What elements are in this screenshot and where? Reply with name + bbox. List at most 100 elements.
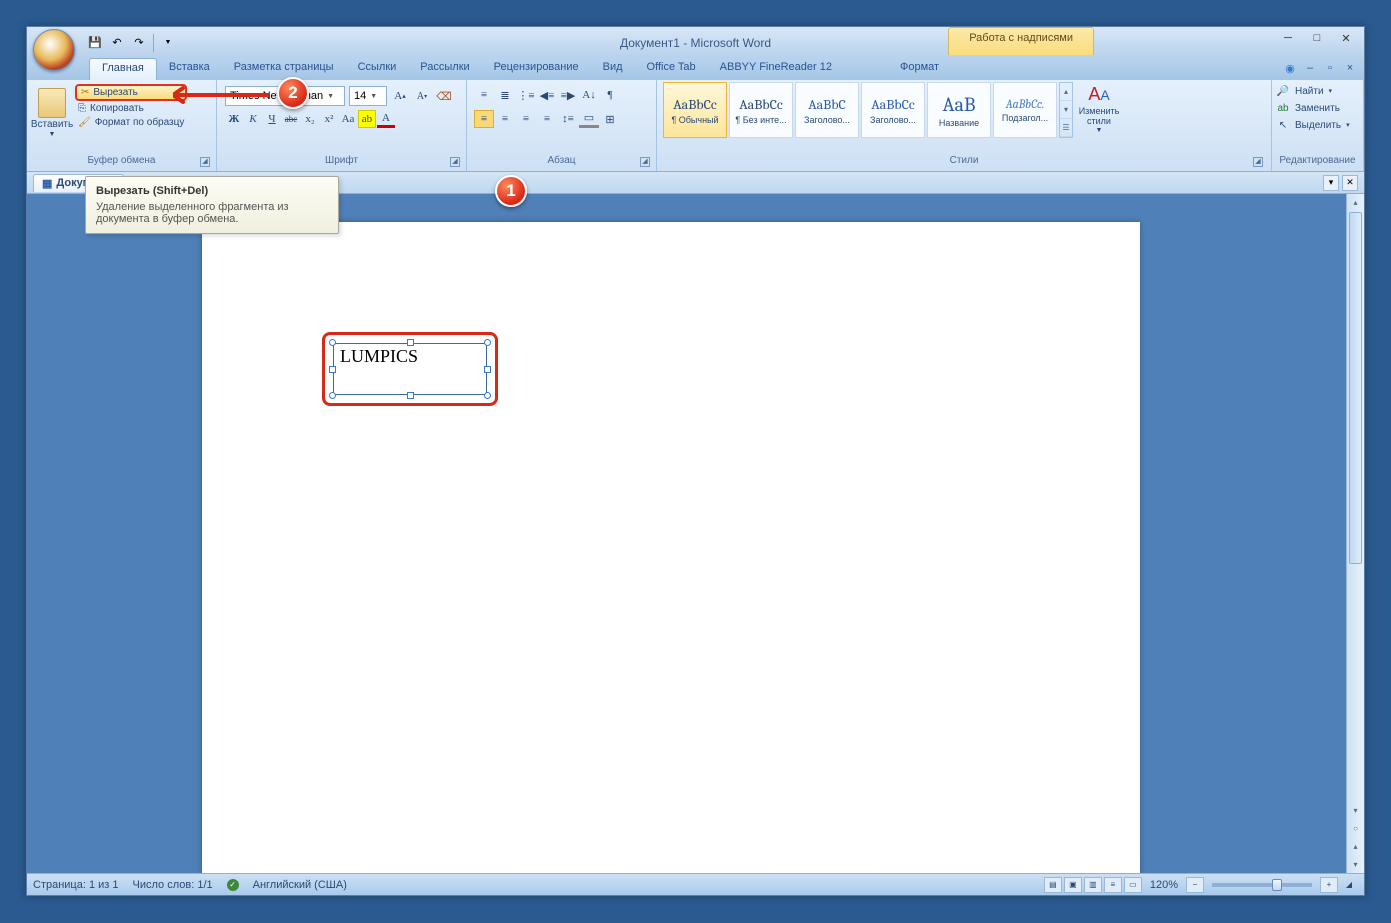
outdent-icon[interactable]: ◀≡ — [537, 86, 557, 104]
line-spacing-icon[interactable]: ↕≡ — [558, 110, 578, 128]
strike-button[interactable]: abc — [282, 110, 300, 128]
font-size-combo[interactable]: 14▼ — [349, 86, 387, 106]
status-language[interactable]: Английский (США) — [253, 879, 347, 891]
zoom-slider[interactable] — [1212, 883, 1312, 887]
resize-handle-nw[interactable] — [329, 339, 336, 346]
cut-button[interactable]: ✂ Вырезать — [75, 84, 187, 101]
close-button[interactable]: ✕ — [1332, 29, 1360, 47]
align-right-icon[interactable]: ≡ — [516, 110, 536, 128]
style-title[interactable]: AaBНазвание — [927, 82, 991, 138]
view-web-icon[interactable]: ▥ — [1084, 877, 1102, 893]
style-subtitle[interactable]: AaBbCc.Подзагол... — [993, 82, 1057, 138]
view-outline-icon[interactable]: ≡ — [1104, 877, 1122, 893]
tab-page-layout[interactable]: Разметка страницы — [222, 58, 346, 80]
zoom-slider-thumb[interactable] — [1272, 879, 1282, 891]
italic-button[interactable]: К — [244, 110, 262, 128]
style-normal[interactable]: AaBbCc¶ Обычный — [663, 82, 727, 138]
indent-icon[interactable]: ≡▶ — [558, 86, 578, 104]
vertical-scrollbar[interactable]: ▴ ▾ ○ ▴ ▾ — [1346, 194, 1364, 873]
multilevel-icon[interactable]: ⋮≡ — [516, 86, 536, 104]
tab-dropdown-icon[interactable]: ▾ — [1323, 175, 1339, 191]
find-button[interactable]: 🔎Найти ▾ — [1276, 84, 1350, 98]
proofing-icon[interactable]: ✓ — [227, 879, 239, 891]
font-dialog-launcher[interactable]: ◢ — [450, 157, 460, 167]
format-painter-button[interactable]: 🖌 Формат по образцу — [75, 116, 187, 129]
zoom-out-icon[interactable]: − — [1186, 877, 1204, 893]
scroll-thumb[interactable] — [1349, 212, 1362, 564]
text-box-content[interactable]: LUMPICS — [340, 346, 418, 367]
qat-customize-icon[interactable]: ▼ — [158, 33, 178, 53]
minimize-button[interactable]: ─ — [1274, 29, 1302, 47]
align-left-icon[interactable]: ≡ — [474, 110, 494, 128]
save-icon[interactable]: 💾 — [85, 33, 105, 53]
document-page[interactable] — [202, 222, 1140, 873]
underline-button[interactable]: Ч — [263, 110, 281, 128]
inner-close-icon[interactable]: × — [1342, 60, 1358, 76]
clipboard-dialog-launcher[interactable]: ◢ — [200, 157, 210, 167]
shrink-font-icon[interactable]: A▾ — [413, 87, 431, 105]
zoom-value[interactable]: 120% — [1150, 879, 1178, 891]
styles-scroll[interactable]: ▴▾☰ — [1059, 82, 1073, 138]
style-no-spacing[interactable]: AaBbCc¶ Без инте... — [729, 82, 793, 138]
replace-button[interactable]: abЗаменить — [1276, 101, 1350, 115]
tab-mailings[interactable]: Рассылки — [408, 58, 481, 80]
tab-view[interactable]: Вид — [591, 58, 635, 80]
numbering-icon[interactable]: ≣ — [495, 86, 515, 104]
tab-close-icon[interactable]: ✕ — [1342, 175, 1358, 191]
style-heading2[interactable]: AaBbCcЗаголово... — [861, 82, 925, 138]
inner-minimize-icon[interactable]: ‒ — [1302, 60, 1318, 76]
highlight-button[interactable]: ab — [358, 110, 376, 128]
resize-handle-w[interactable] — [329, 366, 336, 373]
sort-icon[interactable]: A↓ — [579, 86, 599, 104]
resize-handle-sw[interactable] — [329, 392, 336, 399]
font-color-button[interactable]: A — [377, 110, 395, 128]
tab-office-tab[interactable]: Office Tab — [635, 58, 708, 80]
tab-format[interactable]: Формат — [888, 58, 951, 80]
tab-references[interactable]: Ссылки — [346, 58, 409, 80]
tab-insert[interactable]: Вставка — [157, 58, 222, 80]
tab-review[interactable]: Рецензирование — [482, 58, 591, 80]
subscript-button[interactable]: x₂ — [301, 110, 319, 128]
clear-format-icon[interactable]: ⌫ — [435, 87, 453, 105]
scroll-up-icon[interactable]: ▴ — [1347, 194, 1364, 211]
change-styles-button[interactable]: AA Изменить стили ▼ — [1075, 82, 1123, 144]
styles-dialog-launcher[interactable]: ◢ — [1253, 157, 1263, 167]
bullets-icon[interactable]: ≡ — [474, 86, 494, 104]
status-page[interactable]: Страница: 1 из 1 — [33, 879, 119, 891]
selected-text-box[interactable]: LUMPICS — [322, 332, 498, 406]
resize-handle-n[interactable] — [407, 339, 414, 346]
browse-object-icon[interactable]: ○ — [1347, 820, 1364, 837]
redo-icon[interactable]: ↷ — [129, 33, 149, 53]
view-full-screen-icon[interactable]: ▣ — [1064, 877, 1082, 893]
borders-icon[interactable]: ⊞ — [600, 110, 620, 128]
resize-handle-se[interactable] — [484, 392, 491, 399]
resize-handle-s[interactable] — [407, 392, 414, 399]
tab-home[interactable]: Главная — [89, 58, 157, 80]
view-draft-icon[interactable]: ▭ — [1124, 877, 1142, 893]
zoom-in-icon[interactable]: + — [1320, 877, 1338, 893]
paragraph-dialog-launcher[interactable]: ◢ — [640, 157, 650, 167]
help-icon[interactable]: ◉ — [1282, 60, 1298, 76]
paste-button[interactable]: Вставить ▼ — [31, 82, 73, 144]
office-button[interactable] — [33, 29, 75, 71]
show-marks-icon[interactable]: ¶ — [600, 86, 620, 104]
shading-icon[interactable]: ▭ — [579, 110, 599, 128]
superscript-button[interactable]: x² — [320, 110, 338, 128]
next-page-icon[interactable]: ▾ — [1347, 856, 1364, 873]
inner-restore-icon[interactable]: ▫ — [1322, 60, 1338, 76]
status-word-count[interactable]: Число слов: 1/1 — [133, 879, 213, 891]
maximize-button[interactable]: □ — [1303, 29, 1331, 47]
resize-grip-icon[interactable]: ◢ — [1340, 877, 1358, 893]
style-heading1[interactable]: AaBbCЗаголово... — [795, 82, 859, 138]
view-print-layout-icon[interactable]: ▤ — [1044, 877, 1062, 893]
tab-abbyy[interactable]: ABBYY FineReader 12 — [708, 58, 844, 80]
copy-button[interactable]: ⎘ Копировать — [75, 102, 187, 115]
select-button[interactable]: ↖Выделить ▾ — [1276, 118, 1350, 132]
scroll-down-icon[interactable]: ▾ — [1347, 802, 1364, 819]
grow-font-icon[interactable]: A▴ — [391, 87, 409, 105]
align-center-icon[interactable]: ≡ — [495, 110, 515, 128]
prev-page-icon[interactable]: ▴ — [1347, 838, 1364, 855]
bold-button[interactable]: Ж — [225, 110, 243, 128]
undo-icon[interactable]: ↶ — [107, 33, 127, 53]
resize-handle-ne[interactable] — [484, 339, 491, 346]
